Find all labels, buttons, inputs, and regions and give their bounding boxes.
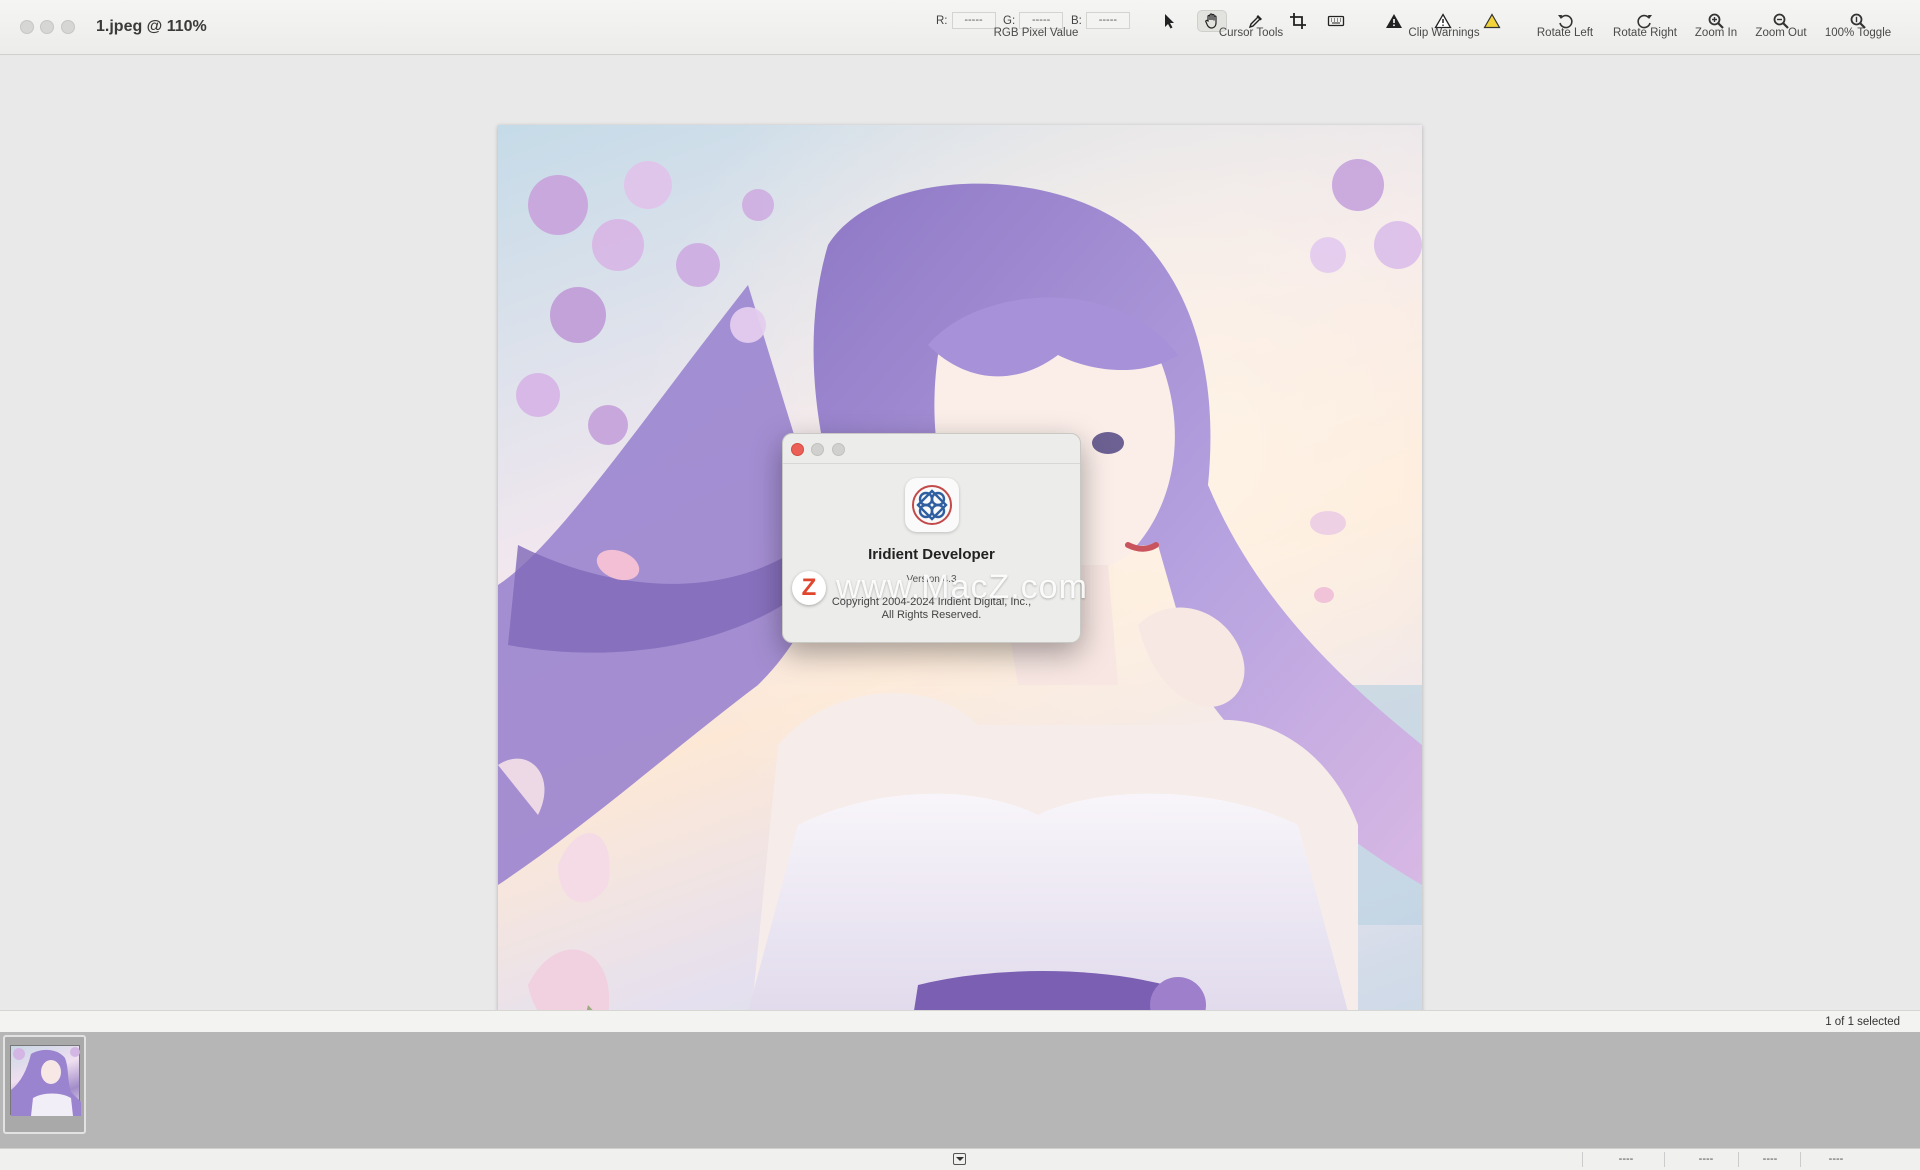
status-cell: ---- [1828, 1153, 1844, 1165]
zoom-out-label[interactable]: Zoom Out [1755, 27, 1806, 39]
watermark: Z www.MacZ.com [792, 568, 1088, 607]
watermark-text: www.MacZ.com [836, 568, 1088, 606]
selection-count: 1 of 1 selected [1825, 1016, 1900, 1028]
warning-yellow-icon[interactable] [1477, 10, 1507, 32]
cursor-tools-label: Cursor Tools [1218, 27, 1284, 39]
status-divider [1664, 1152, 1665, 1167]
status-divider [1800, 1152, 1801, 1167]
browser-header: 1 of 1 selected [0, 1010, 1920, 1032]
zoom-toggle-label[interactable]: 100% Toggle [1825, 27, 1891, 39]
window-title: 1.jpeg @ 110% [96, 18, 207, 35]
title-bar: 1.jpeg @ 110% R: ----- G: ----- B: -----… [0, 0, 1920, 55]
about-app-name: Iridient Developer [868, 546, 995, 563]
rgb-b-field: B: ----- [1071, 12, 1130, 29]
thumbnail-strip[interactable] [0, 1032, 1920, 1148]
thumbnail-image[interactable] [10, 1045, 81, 1116]
status-cell: ---- [1698, 1153, 1714, 1165]
rgb-b-value: ----- [1085, 12, 1130, 29]
watermark-badge: Z [792, 570, 826, 605]
status-divider [1582, 1152, 1583, 1167]
iridient-logo-icon [905, 478, 959, 532]
zoom-in-label[interactable]: Zoom In [1695, 27, 1737, 39]
zoom-window-button[interactable] [61, 20, 75, 34]
rgb-r-value: ----- [951, 12, 996, 29]
about-dialog: Iridient Developer Version 4.3 Copyright… [782, 433, 1081, 643]
warning-filled-icon[interactable] [1379, 10, 1409, 32]
about-title-bar [783, 434, 1080, 464]
rotate-left-label[interactable]: Rotate Left [1537, 27, 1593, 39]
status-divider [1738, 1152, 1739, 1167]
minimize-window-button[interactable] [40, 20, 54, 34]
clip-warnings-label: Clip Warnings [1408, 27, 1480, 39]
status-cell: ---- [1762, 1153, 1778, 1165]
keyboard-icon[interactable] [1321, 10, 1351, 32]
status-cell: ---- [1618, 1153, 1634, 1165]
rgb-r-field: R: ----- [936, 12, 996, 29]
crop-icon[interactable] [1283, 10, 1313, 32]
status-bar: ---- ---- ---- ---- [0, 1148, 1920, 1170]
status-menu-icon[interactable] [953, 1153, 966, 1165]
image-canvas[interactable]: Iridient Developer Version 4.3 Copyright… [0, 56, 1920, 1049]
rgb-pixel-value-label: RGB Pixel Value [993, 27, 1079, 39]
about-close-button[interactable] [791, 443, 804, 456]
thumbnail-item[interactable] [3, 1035, 86, 1134]
close-window-button[interactable] [20, 20, 34, 34]
rotate-right-label[interactable]: Rotate Right [1613, 27, 1677, 39]
about-zoom-button [832, 443, 845, 456]
about-minimize-button [811, 443, 824, 456]
arrow-pointer-icon[interactable] [1154, 10, 1184, 32]
